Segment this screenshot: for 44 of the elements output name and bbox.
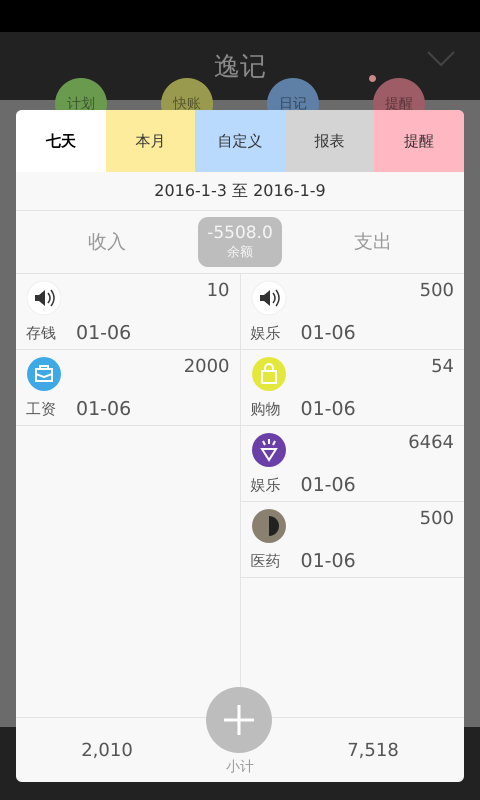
entry-row[interactable]: 500 医药 01-06 <box>240 502 464 578</box>
tab[interactable]: 自定义 <box>195 110 285 172</box>
app-title: 逸记 <box>214 50 266 84</box>
entry-category: 存钱 <box>26 324 57 342</box>
date-range: 2016-1-3 至 2016-1-9 <box>16 172 464 211</box>
tab[interactable]: 提醒 <box>374 110 464 172</box>
entry-date: 01-06 <box>300 322 357 344</box>
entry-row[interactable]: 6464 娱乐 01-06 <box>240 426 464 502</box>
entry-category: 娱乐 <box>250 324 282 342</box>
entry-date: 01-06 <box>76 398 132 420</box>
speaker-icon <box>250 280 286 316</box>
entry-date: 01-06 <box>300 550 357 572</box>
speaker-icon <box>26 280 62 316</box>
chevron-down-icon[interactable] <box>426 50 456 68</box>
tab[interactable]: 七天 <box>16 110 106 172</box>
entry-amount: 6464 <box>408 432 454 453</box>
entry-amount: 54 <box>431 356 454 377</box>
photo-placeholder <box>250 508 286 544</box>
income-label: 收入 <box>87 230 127 255</box>
tab[interactable]: 报表 <box>284 110 374 172</box>
entry-category: 医药 <box>250 552 282 570</box>
tab[interactable]: 本月 <box>106 110 196 172</box>
entry-row[interactable]: 10 存钱 01-06 <box>16 274 240 350</box>
entry-amount: 10 <box>206 280 230 301</box>
entry-category: 工资 <box>26 400 57 418</box>
shopping-bag-icon <box>250 356 286 392</box>
entry-amount: 2000 <box>184 356 230 377</box>
entry-date: 01-06 <box>300 398 357 420</box>
entry-row[interactable]: 500 娱乐 01-06 <box>240 274 464 350</box>
expense-label: 支出 <box>353 230 393 255</box>
entry-date: 01-06 <box>300 474 357 496</box>
entry-category: 娱乐 <box>250 476 282 494</box>
income-total: 2,010 <box>80 740 134 760</box>
plus-icon <box>222 703 256 737</box>
entry-row[interactable]: 54 购物 01-06 <box>240 350 464 426</box>
expense-total: 7,518 <box>346 740 400 760</box>
party-popper-icon <box>250 432 286 468</box>
subtotal-label: 小计 <box>226 758 254 776</box>
entry-date: 01-06 <box>76 322 132 344</box>
entry-row[interactable]: 2000 工资 01-06 <box>16 350 240 426</box>
briefcase-icon <box>26 356 62 392</box>
entry-amount: 500 <box>420 508 454 529</box>
entry-amount: 500 <box>420 280 454 301</box>
entry-category: 购物 <box>250 400 282 418</box>
